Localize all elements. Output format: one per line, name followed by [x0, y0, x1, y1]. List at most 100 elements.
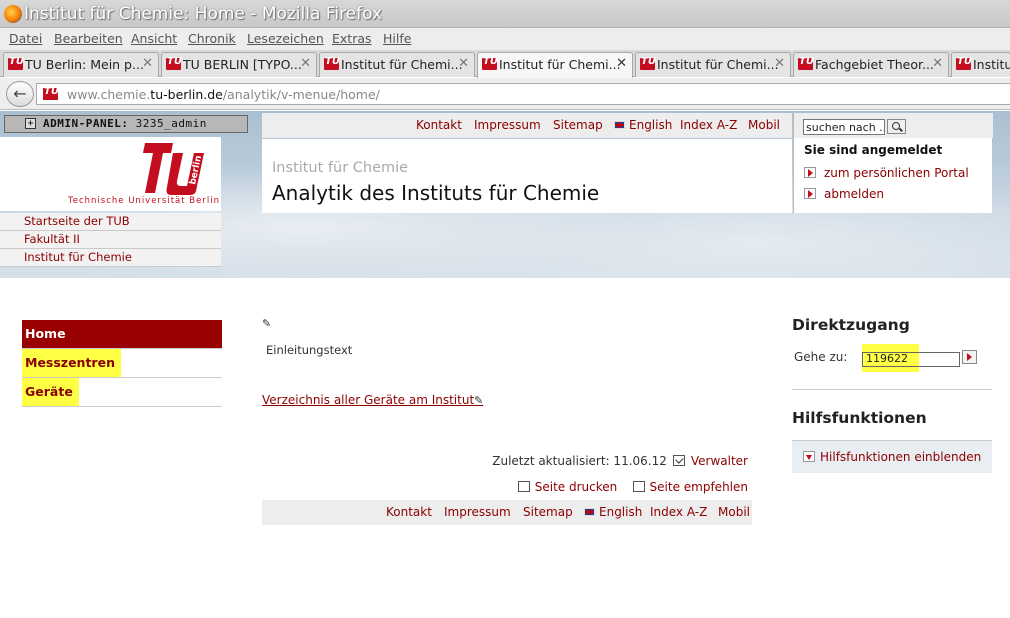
- url-path: /analytik/v-menue/home/: [222, 87, 380, 102]
- admin-link[interactable]: Verwalter: [691, 454, 748, 468]
- tu-favicon-icon: [166, 56, 182, 70]
- footer-mobil[interactable]: Mobil: [718, 505, 750, 519]
- url-prefix: www.chemie.: [67, 87, 151, 102]
- back-button[interactable]: ←: [6, 81, 34, 107]
- close-icon[interactable]: ✕: [142, 56, 153, 71]
- footer-sitemap[interactable]: Sitemap: [523, 505, 573, 519]
- last-updated: Zuletzt aktualisiert: 11.06.12 Verwalter: [492, 454, 748, 468]
- search-icon[interactable]: [887, 119, 906, 134]
- nav-mobil[interactable]: Mobil: [748, 118, 780, 132]
- url-text: www.chemie.tu-berlin.de/analytik/v-menue…: [67, 87, 380, 102]
- print-link[interactable]: Seite drucken: [517, 480, 617, 494]
- firefox-logo-icon: [4, 5, 22, 23]
- browser-tab[interactable]: Fachgebiet Theor... ✕: [793, 52, 949, 77]
- breadcrumb: Startseite der TUB Fakultät II Institut …: [0, 213, 221, 267]
- footer-kontakt[interactable]: Kontakt: [386, 505, 432, 519]
- recommend-link[interactable]: Seite empfehlen: [632, 480, 748, 494]
- nav-english[interactable]: English: [614, 118, 672, 132]
- print-row: Seite drucken Seite empfehlen: [517, 480, 748, 494]
- web-page: + ADMIN-PANEL: 3235_admin berlin Technis…: [0, 111, 1010, 618]
- divider: [792, 389, 992, 390]
- browser-tab[interactable]: Institut für Chemi... ✕: [635, 52, 791, 77]
- menu-datei[interactable]: Datei: [9, 31, 42, 46]
- breadcrumb-institut[interactable]: Institut für Chemie: [0, 249, 221, 267]
- logout-link-label: abmelden: [824, 187, 884, 201]
- browser-tab[interactable]: Institut für Chemi... ✕: [319, 52, 475, 77]
- menu-bar: Datei Bearbeiten Ansicht Chronik Lesezei…: [0, 28, 1010, 50]
- tu-favicon-icon: [482, 56, 498, 70]
- close-icon[interactable]: ✕: [458, 56, 469, 71]
- footer-index[interactable]: Index A-Z: [650, 505, 707, 519]
- menu-bearbeiten[interactable]: Bearbeiten: [54, 31, 123, 46]
- nav-geraete-label: Geräte: [22, 378, 79, 406]
- nav-impressum[interactable]: Impressum: [474, 118, 541, 132]
- nav-messzentren[interactable]: Messzentren: [22, 349, 222, 378]
- tab-label: Institut für Chemi...: [499, 57, 621, 72]
- direktzugang-title: Direktzugang: [792, 316, 910, 334]
- directory-link[interactable]: Verzeichnis aller Geräte am Institut✎: [262, 393, 483, 407]
- footer-english-label: English: [599, 505, 643, 519]
- browser-tab[interactable]: Institu: [951, 52, 1010, 77]
- footer-impressum[interactable]: Impressum: [444, 505, 511, 519]
- breadcrumb-startseite[interactable]: Startseite der TUB: [0, 213, 221, 231]
- hilfsfunktionen-link[interactable]: Hilfsfunktionen einblenden: [803, 450, 981, 464]
- tab-bar: TU Berlin: Mein p... ✕ TU BERLIN [TYPO..…: [0, 50, 1010, 78]
- close-icon[interactable]: ✕: [300, 56, 311, 71]
- close-icon[interactable]: ✕: [616, 56, 627, 71]
- portal-link[interactable]: zum persönlichen Portal: [804, 166, 969, 180]
- admin-panel[interactable]: + ADMIN-PANEL: 3235_admin: [4, 115, 248, 133]
- gehe-zu-input[interactable]: 119622: [862, 344, 960, 372]
- main-content: ✎ Einleitungstext Verzeichnis aller Gerä…: [262, 316, 752, 525]
- tu-favicon-icon: [43, 86, 59, 100]
- logo-caption: Technische Universität Berlin: [68, 196, 220, 206]
- go-button[interactable]: [962, 350, 977, 364]
- intro-text: Einleitungstext: [266, 343, 353, 357]
- close-icon[interactable]: ✕: [774, 56, 785, 71]
- nav-kontakt[interactable]: Kontakt: [416, 118, 462, 132]
- url-domain: tu-berlin.de: [150, 87, 223, 102]
- search-row: [794, 113, 993, 138]
- uk-flag-icon: [584, 508, 595, 516]
- left-nav: Home Messzentren Geräte: [22, 320, 222, 407]
- tab-label: Institut für Chemi...: [341, 57, 463, 72]
- recommend-icon: [632, 481, 645, 492]
- login-box: Sie sind angemeldet zum persönlichen Por…: [793, 113, 993, 213]
- breadcrumb-fakultaet[interactable]: Fakultät II: [0, 231, 221, 249]
- hilfsfunktionen-link-label: Hilfsfunktionen einblenden: [820, 450, 982, 464]
- arrow-right-icon: [804, 167, 816, 178]
- nav-index[interactable]: Index A-Z: [680, 118, 737, 132]
- edit-pencil-icon[interactable]: ✎: [262, 317, 271, 330]
- browser-tab[interactable]: TU Berlin: Mein p... ✕: [3, 52, 159, 77]
- close-icon[interactable]: ✕: [932, 56, 943, 71]
- menu-ansicht[interactable]: Ansicht: [131, 31, 177, 46]
- menu-lesezeichen[interactable]: Lesezeichen: [247, 31, 324, 46]
- footer-english[interactable]: English: [584, 505, 642, 519]
- right-sidebar: Direktzugang Gehe zu: 119622 Hilfsfunkti…: [792, 316, 992, 473]
- mail-icon[interactable]: [672, 455, 685, 466]
- window-titlebar: Institut für Chemie: Home - Mozilla Fire…: [0, 0, 1010, 28]
- portal-link-label: zum persönlichen Portal: [824, 166, 969, 180]
- nav-home[interactable]: Home: [22, 320, 222, 349]
- browser-tab[interactable]: TU BERLIN [TYPO... ✕: [161, 52, 317, 77]
- tab-label: TU BERLIN [TYPO...: [183, 57, 302, 72]
- menu-extras[interactable]: Extras: [332, 31, 372, 46]
- nav-sitemap[interactable]: Sitemap: [553, 118, 603, 132]
- expand-icon[interactable]: +: [25, 118, 36, 129]
- hilfsfunktionen-title: Hilfsfunktionen: [792, 409, 927, 427]
- tu-logo-box[interactable]: berlin Technische Universität Berlin: [0, 137, 221, 211]
- admin-panel-text: ADMIN-PANEL: 3235_admin: [43, 117, 207, 130]
- tu-favicon-icon: [324, 56, 340, 70]
- tab-label: Fachgebiet Theor...: [815, 57, 934, 72]
- last-updated-text: Zuletzt aktualisiert: 11.06.12: [492, 454, 667, 468]
- edit-pencil-icon[interactable]: ✎: [474, 394, 483, 407]
- menu-hilfe[interactable]: Hilfe: [383, 31, 411, 46]
- printer-icon: [517, 481, 530, 492]
- nav-home-label: Home: [25, 326, 66, 341]
- search-input[interactable]: [803, 119, 885, 135]
- menu-chronik[interactable]: Chronik: [188, 31, 236, 46]
- page-header: Institut für Chemie Analytik des Institu…: [262, 139, 792, 213]
- logout-link[interactable]: abmelden: [804, 187, 884, 201]
- address-bar[interactable]: www.chemie.tu-berlin.de/analytik/v-menue…: [36, 83, 1010, 105]
- nav-geraete[interactable]: Geräte: [22, 378, 222, 407]
- browser-tab-active[interactable]: Institut für Chemi... ✕: [477, 52, 633, 78]
